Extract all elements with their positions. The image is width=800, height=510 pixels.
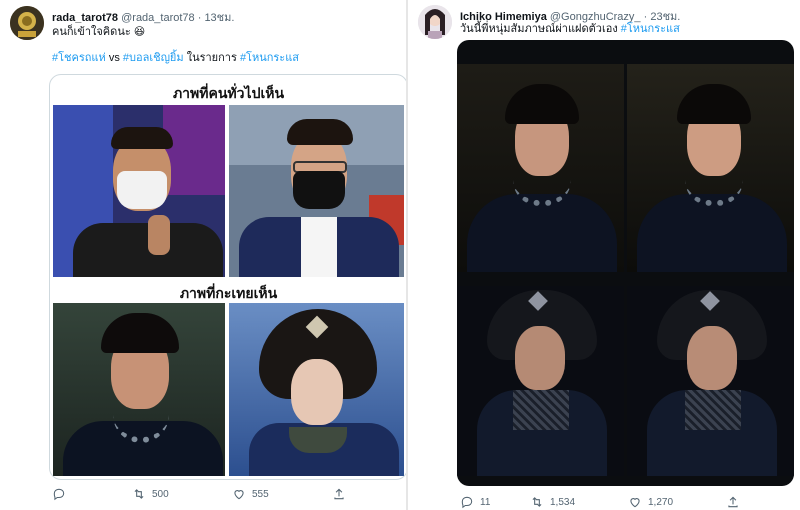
retweet-count: 500 [152,488,169,500]
tweet-left[interactable]: rada_tarot78 @rada_tarot78 · 13ชม. คนก็เ… [0,0,408,510]
photo-drag-still-3 [457,286,624,476]
like-count: 1,270 [648,496,674,508]
hashtag-link[interactable]: #โหนกระแส [621,23,680,35]
share-icon [334,488,344,500]
share-button[interactable] [332,487,346,501]
photo-drag-still-4 [627,286,794,476]
handle[interactable]: @rada_tarot78 [121,12,195,24]
mid-text: ในรายการ [186,52,237,64]
tweet-text-main: วันนี้พี่หนุ่มสัมภาษณ์ผ่าแฝดตัวเอง [460,23,618,35]
display-name[interactable]: rada_tarot78 [52,12,118,24]
like-icon [234,490,244,500]
tweet-text: วันนี้พี่หนุ่มสัมภาษณ์ผ่าแฝดตัวเอง #โหนก… [460,22,680,36]
avatar[interactable] [418,5,452,39]
share-button[interactable] [726,495,740,509]
retweet-icon [134,489,144,499]
reply-icon [53,488,65,501]
photo-man-white-mask [53,105,225,277]
reply-button[interactable]: 11 [460,495,530,509]
retweet-button[interactable]: 500 [132,487,232,501]
caption-bottom: ภาพที่กะเทยเห็น [179,285,278,301]
photo-drag-bangs [53,303,225,476]
tweet-actions: 500 555 [52,487,352,501]
reply-button[interactable] [52,487,132,501]
like-count: 555 [252,488,269,500]
hashtag-link[interactable]: #บอลเชิญยิ้ม [123,52,184,64]
reply-icon [461,496,473,509]
tweet-text-line1: คนก็เข้าใจคิดนะ 😆 [52,26,146,38]
like-button[interactable]: 1,270 [628,495,726,509]
tweet-text-line2: #โชครถแห่ vs #บอลเชิญยิ้ม ในรายการ #โหนก… [52,51,299,65]
tweet-right[interactable]: Ichiko Himemiya @GongzhuCrazy_ · 23ชม. ว… [406,0,800,510]
photo-drag-bighair [229,303,404,476]
caption-top: ภาพที่คนทั่วไปเห็น [172,85,285,101]
vs-text: vs [108,52,120,64]
tweet-media[interactable] [457,40,794,486]
meme-image[interactable]: ภาพที่คนทั่วไปเห็น ภาพที่กะเทยเห็น [49,74,408,480]
tweet-actions: 11 1,534 1,270 [460,495,760,509]
photo-drag-still-2 [627,64,794,272]
share-icon [728,496,738,508]
photo-man-black-mask [229,105,404,277]
hashtag-link[interactable]: #โหนกระแส [240,52,299,64]
retweet-button[interactable]: 1,534 [530,495,628,509]
reply-count: 11 [480,496,491,508]
like-button[interactable]: 555 [232,487,332,501]
retweet-icon [532,497,542,507]
photo-drag-still-1 [457,64,624,272]
like-icon [630,498,640,508]
timestamp[interactable]: · 13ชม. [198,12,235,24]
hashtag-link[interactable]: #โชครถแห่ [52,52,106,64]
retweet-count: 1,534 [550,496,576,508]
avatar[interactable] [10,6,44,40]
